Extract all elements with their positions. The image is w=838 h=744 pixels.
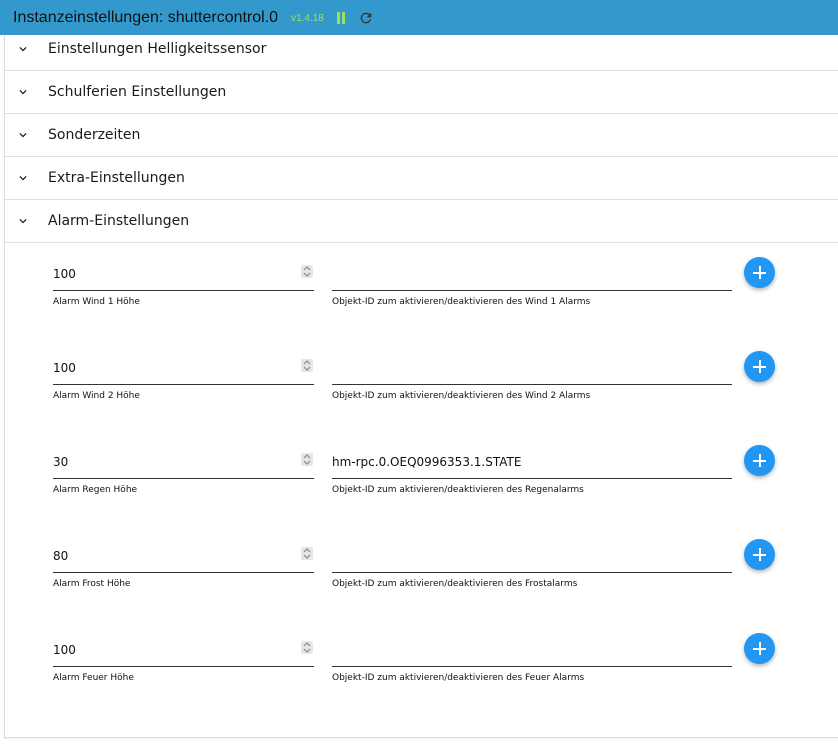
- input-value: 100: [53, 361, 76, 375]
- section-schulferien[interactable]: Schulferien Einstellungen: [5, 70, 838, 114]
- alarm-row-wind-2: 100 Alarm Wind 2 Höhe Objekt-ID zum akti…: [5, 351, 838, 424]
- refresh-icon[interactable]: [358, 10, 374, 26]
- stepper-icon[interactable]: [301, 547, 313, 560]
- alarm-row-regen: 30 Alarm Regen Höhe hm-rpc.0.OEQ0996353.…: [5, 445, 838, 518]
- regen-object-id-input[interactable]: hm-rpc.0.OEQ0996353.1.STATE: [332, 448, 732, 479]
- chevron-down-icon: [19, 175, 27, 180]
- field-label: Objekt-ID zum aktivieren/deaktivieren de…: [332, 297, 591, 307]
- alarm-row-frost: 80 Alarm Frost Höhe Objekt-ID zum aktivi…: [5, 539, 838, 612]
- frost-object-id-input[interactable]: [332, 542, 732, 573]
- section-label: Extra-Einstellungen: [48, 169, 185, 186]
- section-helligkeitssensor[interactable]: Einstellungen Helligkeitssensor: [5, 27, 838, 71]
- add-button[interactable]: [744, 351, 775, 382]
- add-button[interactable]: [744, 633, 775, 664]
- stepper-icon[interactable]: [301, 641, 313, 654]
- input-value: 80: [53, 549, 69, 563]
- field-label: Alarm Feuer Höhe: [53, 673, 134, 683]
- add-button[interactable]: [744, 539, 775, 570]
- wind-2-object-id-input[interactable]: [332, 354, 732, 385]
- alarm-row-feuer: 100 Alarm Feuer Höhe Objekt-ID zum aktiv…: [5, 633, 838, 706]
- field-label: Alarm Regen Höhe: [53, 485, 138, 495]
- chevron-down-icon: [19, 46, 27, 51]
- field-label: Alarm Wind 1 Höhe: [53, 297, 140, 307]
- section-extra-einstellungen[interactable]: Extra-Einstellungen: [5, 156, 838, 200]
- chevron-down-icon: [19, 218, 27, 223]
- frost-height-input[interactable]: 80: [53, 542, 314, 573]
- chevron-down-icon: [19, 89, 27, 94]
- section-label: Einstellungen Helligkeitssensor: [48, 40, 267, 57]
- field-label: Alarm Frost Höhe: [53, 579, 131, 589]
- input-value: 30: [53, 455, 69, 469]
- field-label: Objekt-ID zum aktivieren/deaktivieren de…: [332, 391, 591, 401]
- page-title: Instanzeinstellungen: shuttercontrol.0: [13, 8, 279, 26]
- stepper-icon[interactable]: [301, 359, 313, 372]
- settings-panel: Einstellungen Helligkeitssensor Schulfer…: [4, 35, 838, 738]
- stepper-icon[interactable]: [301, 265, 313, 278]
- wind-1-height-input[interactable]: 100: [53, 260, 314, 291]
- section-alarm-einstellungen[interactable]: Alarm-Einstellungen: [5, 199, 838, 243]
- field-label: Objekt-ID zum aktivieren/deaktivieren de…: [332, 673, 585, 683]
- add-button[interactable]: [744, 445, 775, 476]
- version-badge: v1.4.18: [291, 13, 324, 24]
- field-label: Objekt-ID zum aktivieren/deaktivieren de…: [332, 485, 584, 495]
- stepper-icon[interactable]: [301, 453, 313, 466]
- feuer-height-input[interactable]: 100: [53, 636, 314, 667]
- input-value: 100: [53, 643, 76, 657]
- section-label: Sonderzeiten: [48, 126, 141, 143]
- wind-1-object-id-input[interactable]: [332, 260, 732, 291]
- add-button[interactable]: [744, 257, 775, 288]
- input-value: hm-rpc.0.OEQ0996353.1.STATE: [332, 455, 522, 469]
- regen-height-input[interactable]: 30: [53, 448, 314, 479]
- feuer-object-id-input[interactable]: [332, 636, 732, 667]
- pause-icon[interactable]: [336, 11, 346, 24]
- chevron-down-icon: [19, 132, 27, 137]
- input-value: 100: [53, 267, 76, 281]
- section-label: Alarm-Einstellungen: [48, 212, 190, 229]
- field-label: Alarm Wind 2 Höhe: [53, 391, 140, 401]
- section-label: Schulferien Einstellungen: [48, 83, 227, 100]
- section-sonderzeiten[interactable]: Sonderzeiten: [5, 113, 838, 157]
- wind-2-height-input[interactable]: 100: [53, 354, 314, 385]
- field-label: Objekt-ID zum aktivieren/deaktivieren de…: [332, 579, 578, 589]
- alarm-row-wind-1: 100 Alarm Wind 1 Höhe Objekt-ID zum akti…: [5, 257, 838, 330]
